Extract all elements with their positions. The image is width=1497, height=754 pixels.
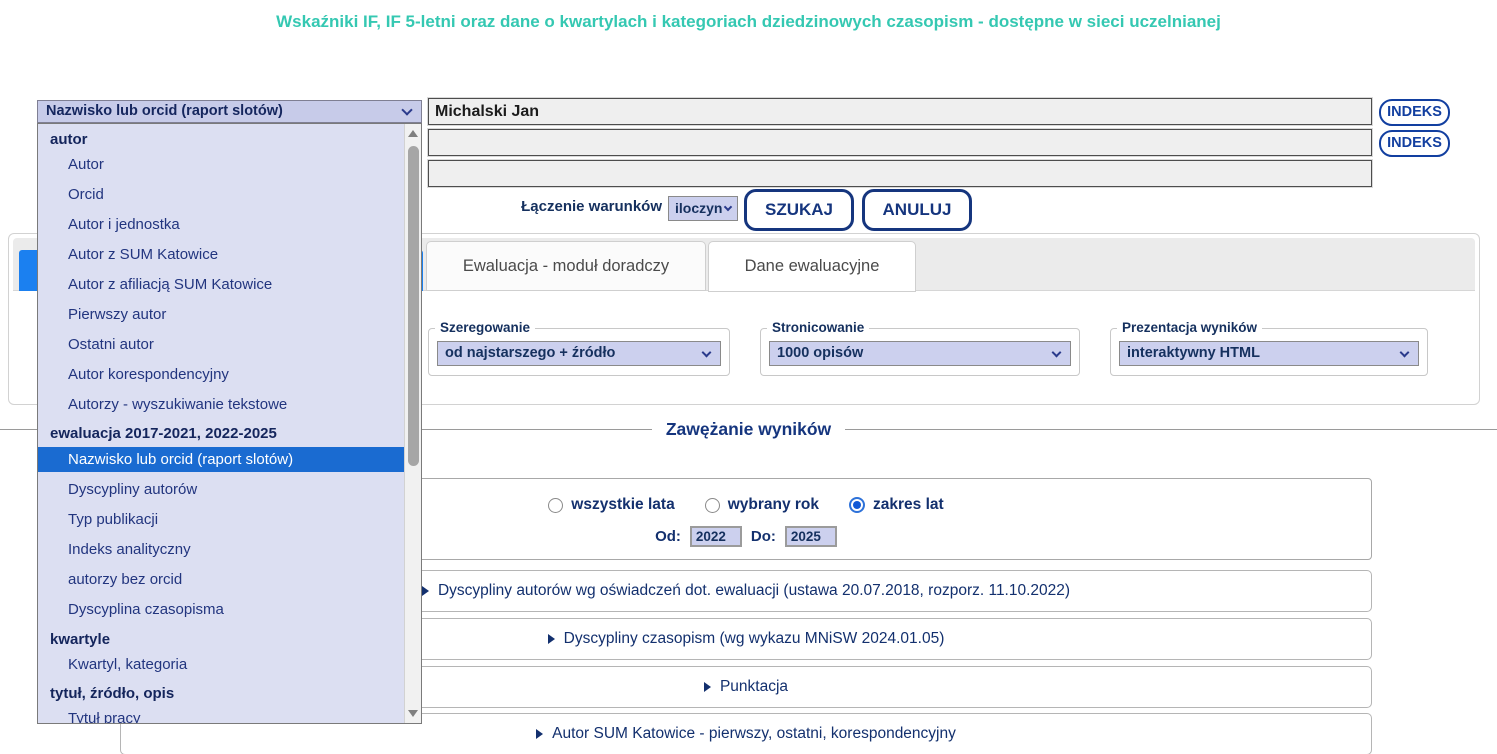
caret-right-icon [536, 729, 543, 739]
section-label: Dyscypliny autorów wg oświadczeń dot. ew… [438, 582, 1070, 600]
join-conditions-label: Łączenie warunków [480, 198, 662, 215]
search-button[interactable]: SZUKAJ [744, 189, 854, 231]
dropdown-item-pierwszy-autor[interactable]: Pierwszy autor [38, 304, 404, 326]
dropdown-group-autor: autor [38, 129, 404, 151]
dropdown-item-ostatni-autor[interactable]: Ostatni autor [38, 334, 404, 356]
chevron-down-icon [702, 348, 712, 358]
refine-results-title: Zawężanie wyników [652, 419, 845, 440]
section-label: Dyscypliny czasopism (wg wykazu MNiSW 20… [564, 630, 945, 648]
chevron-down-icon [1400, 348, 1410, 358]
radio-label: wszystkie lata [571, 496, 674, 514]
dropdown-item-nazwisko-lub-orcid-selected[interactable]: Nazwisko lub orcid (raport slotów) [38, 447, 406, 472]
join-conditions-value: iloczyn [675, 200, 722, 216]
tab-ewaluacja-modul-doradczy[interactable]: Ewaluacja - moduł doradczy [426, 241, 706, 291]
field-selector-dropdown: autor Autor Orcid Autor i jednostka Auto… [37, 123, 422, 724]
radio-checked-icon[interactable] [849, 497, 865, 513]
indeks-button-2[interactable]: INDEKS [1379, 130, 1450, 157]
field-selector-value: Nazwisko lub orcid (raport slotów) [46, 103, 283, 119]
dropdown-item-autor-i-jednostka[interactable]: Autor i jednostka [38, 214, 404, 236]
presentation-value: interaktywny HTML [1127, 345, 1260, 361]
page: Wskaźniki IF, IF 5-letni oraz dane o kwa… [0, 0, 1497, 754]
presentation-select[interactable]: interaktywny HTML [1119, 341, 1419, 366]
dropdown-item-typ-publikacji[interactable]: Typ publikacji [38, 509, 404, 531]
paging-select[interactable]: 1000 opisów [769, 341, 1071, 366]
field-selector[interactable]: Nazwisko lub orcid (raport slotów) [37, 100, 422, 123]
indeks-button-1[interactable]: INDEKS [1379, 99, 1450, 126]
dropdown-group-tytul-zrodlo-opis: tytuł, źródło, opis [38, 683, 404, 705]
fieldset-prezentacja-wynikow: Prezentacja wyników interaktywny HTML [1110, 328, 1428, 376]
sorting-select[interactable]: od najstarszego + źródło [437, 341, 721, 366]
caret-right-icon [704, 682, 711, 692]
radio-zakres-lat[interactable]: zakres lat [849, 496, 944, 514]
dropdown-item-kwartyl-kategoria[interactable]: Kwartyl, kategoria [38, 654, 404, 676]
dropdown-item-tytul-pracy[interactable]: Tytuł pracy [38, 708, 404, 724]
radio-icon[interactable] [705, 498, 720, 513]
dropdown-item-indeks-analityczny[interactable]: Indeks analityczny [38, 539, 404, 561]
scroll-down-icon[interactable] [408, 710, 418, 717]
dropdown-item-autorzy-wyszukiwanie[interactable]: Autorzy - wyszukiwanie tekstowe [38, 394, 404, 416]
scroll-up-icon[interactable] [408, 130, 418, 137]
chevron-down-icon [1052, 348, 1062, 358]
radio-wybrany-rok[interactable]: wybrany rok [705, 496, 819, 514]
fieldset-stronicowanie: Stronicowanie 1000 opisów [760, 328, 1080, 376]
chevron-down-icon [724, 203, 732, 211]
radio-wszystkie-lata[interactable]: wszystkie lata [548, 496, 674, 514]
scrollbar-thumb[interactable] [408, 146, 419, 466]
radio-icon[interactable] [548, 498, 563, 513]
dropdown-item-dyscypliny-autorow[interactable]: Dyscypliny autorów [38, 479, 404, 501]
dropdown-item-dyscyplina-czasopisma[interactable]: Dyscyplina czasopisma [38, 599, 404, 621]
fieldset-legend: Szeregowanie [435, 320, 535, 335]
dropdown-group-ewaluacja: ewaluacja 2017-2021, 2022-2025 [38, 423, 404, 445]
fieldset-legend: Prezentacja wyników [1117, 320, 1262, 335]
dropdown-item-autor-korespondencyjny[interactable]: Autor korespondencyjny [38, 364, 404, 386]
page-title: Wskaźniki IF, IF 5-letni oraz dane o kwa… [0, 12, 1497, 32]
divider [845, 429, 1497, 430]
section-label: Punktacja [720, 678, 788, 696]
join-conditions-select[interactable]: iloczyn [668, 196, 738, 221]
radio-label: wybrany rok [728, 496, 819, 514]
radio-label: zakres lat [873, 496, 944, 514]
paging-value: 1000 opisów [777, 345, 863, 361]
fieldset-legend: Stronicowanie [767, 320, 869, 335]
fieldset-szeregowanie: Szeregowanie od najstarszego + źródło [428, 328, 730, 376]
year-from-input[interactable] [690, 526, 742, 547]
year-from-label: Od: [655, 528, 681, 545]
caret-right-icon [422, 586, 429, 596]
cancel-button[interactable]: ANULUJ [862, 189, 972, 231]
dropdown-group-kwartyle: kwartyle [38, 629, 404, 651]
dropdown-scrollbar[interactable] [404, 124, 421, 723]
year-to-label: Do: [751, 528, 776, 545]
tab-dane-ewaluacyjne[interactable]: Dane ewaluacyjne [708, 241, 916, 292]
search-input-2[interactable] [428, 129, 1372, 156]
year-to-input[interactable] [785, 526, 837, 547]
dropdown-item-autor-z-afiliacja[interactable]: Autor z afiliacją SUM Katowice [38, 274, 404, 296]
search-input-1[interactable] [428, 98, 1372, 125]
dropdown-item-autorzy-bez-orcid[interactable]: autorzy bez orcid [38, 569, 404, 591]
section-label: Autor SUM Katowice - pierwszy, ostatni, … [552, 725, 956, 743]
dropdown-item-autor[interactable]: Autor [38, 154, 404, 176]
search-input-3[interactable] [428, 160, 1372, 187]
chevron-down-icon [401, 104, 412, 115]
dropdown-item-orcid[interactable]: Orcid [38, 184, 404, 206]
sorting-value: od najstarszego + źródło [445, 345, 615, 361]
dropdown-item-autor-z-sum-katowice[interactable]: Autor z SUM Katowice [38, 244, 404, 266]
caret-right-icon [548, 634, 555, 644]
